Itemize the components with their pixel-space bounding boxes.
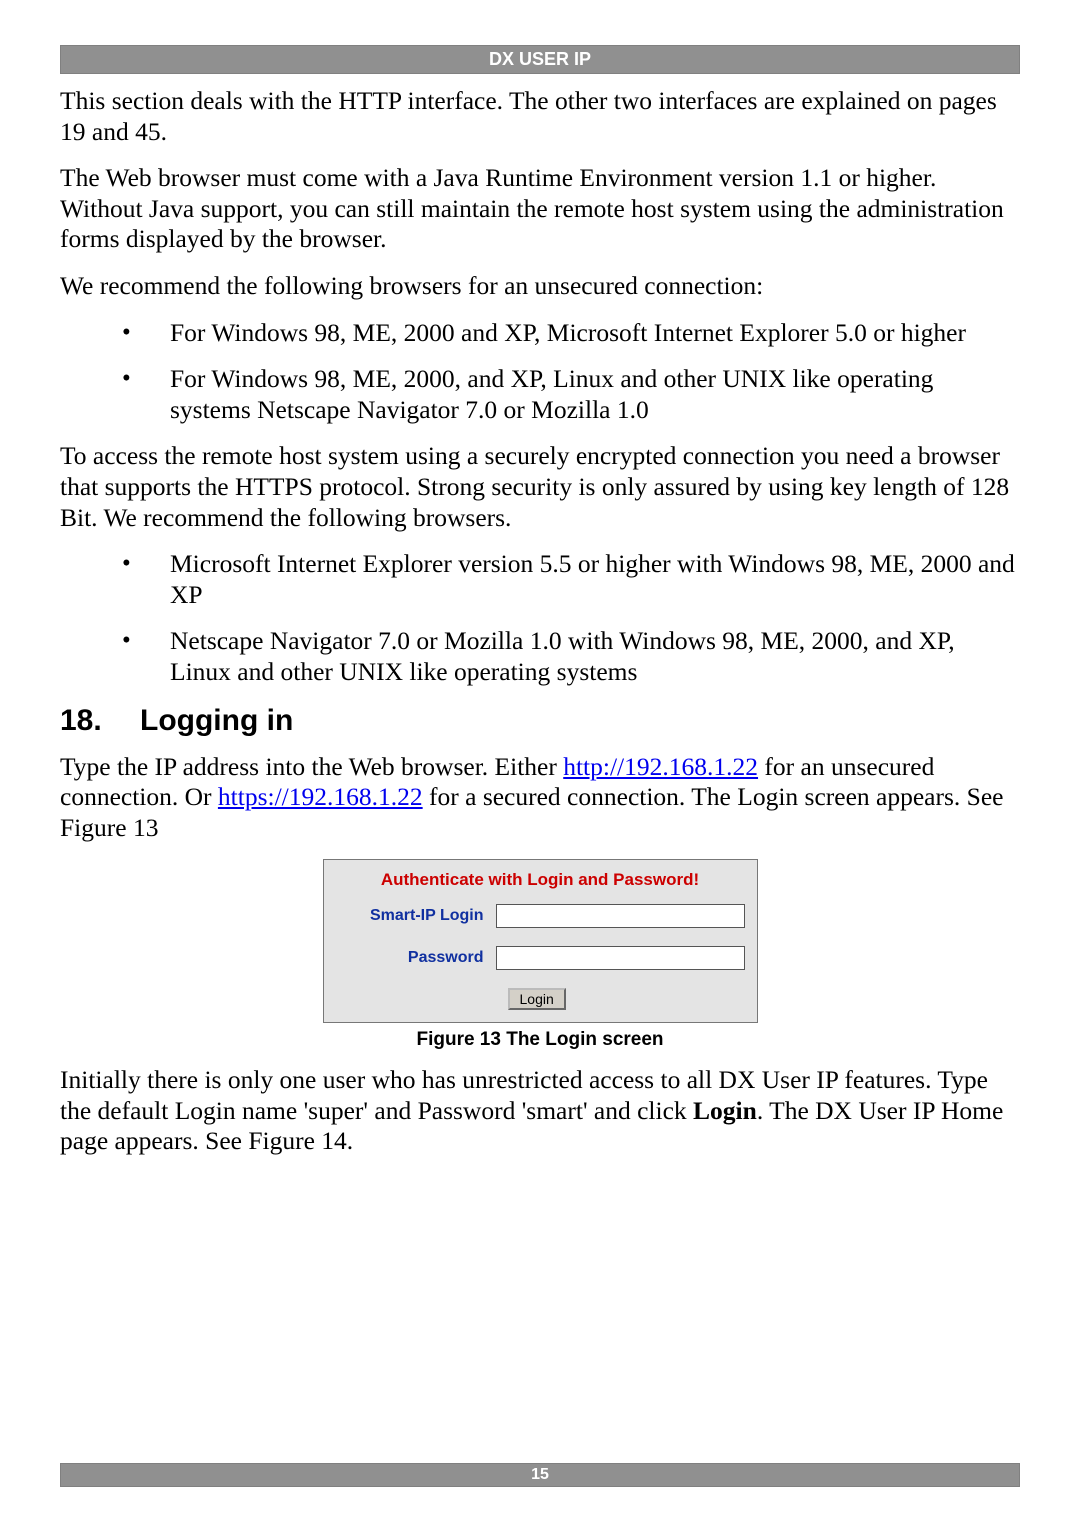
list-item: Netscape Navigator 7.0 or Mozilla 1.0 wi… (60, 626, 1020, 687)
page-header: DX USER IP (60, 45, 1020, 74)
list-item: Microsoft Internet Explorer version 5.5 … (60, 549, 1020, 610)
login-button[interactable]: Login (508, 988, 566, 1010)
login-input[interactable] (496, 904, 745, 928)
bullet-list-1: For Windows 98, ME, 2000 and XP, Microso… (60, 318, 1020, 426)
list-item: For Windows 98, ME, 2000, and XP, Linux … (60, 364, 1020, 425)
list-item: For Windows 98, ME, 2000 and XP, Microso… (60, 318, 1020, 349)
password-field-row: Password (336, 946, 745, 970)
paragraph-1: This section deals with the HTTP interfa… (60, 86, 1020, 147)
paragraph-5: Type the IP address into the Web browser… (60, 752, 1020, 844)
http-link[interactable]: http://192.168.1.22 (563, 752, 758, 781)
section-number: 18. (60, 704, 140, 738)
login-panel: Authenticate with Login and Password! Sm… (323, 859, 758, 1023)
page-footer: 15 (60, 1463, 1020, 1487)
paragraph-6: Initially there is only one user who has… (60, 1065, 1020, 1157)
login-bold-word: Login (693, 1096, 757, 1125)
section-heading: 18.Logging in (60, 704, 1020, 738)
login-label: Smart-IP Login (336, 907, 496, 925)
password-input[interactable] (496, 946, 745, 970)
login-button-row: Login (336, 988, 745, 1010)
https-link[interactable]: https://192.168.1.22 (218, 782, 423, 811)
paragraph-3: We recommend the following browsers for … (60, 271, 1020, 302)
section-title: Logging in (140, 704, 293, 737)
password-label: Password (336, 949, 496, 967)
paragraph-5-text: Type the IP address into the Web browser… (60, 752, 563, 781)
page-number: 15 (531, 1466, 549, 1483)
paragraph-2: The Web browser must come with a Java Ru… (60, 163, 1020, 255)
bullet-list-2: Microsoft Internet Explorer version 5.5 … (60, 549, 1020, 687)
paragraph-4: To access the remote host system using a… (60, 441, 1020, 533)
login-panel-title: Authenticate with Login and Password! (336, 870, 745, 890)
page-header-title: DX USER IP (489, 49, 591, 69)
login-field-row: Smart-IP Login (336, 904, 745, 928)
figure-caption: Figure 13 The Login screen (60, 1029, 1020, 1051)
